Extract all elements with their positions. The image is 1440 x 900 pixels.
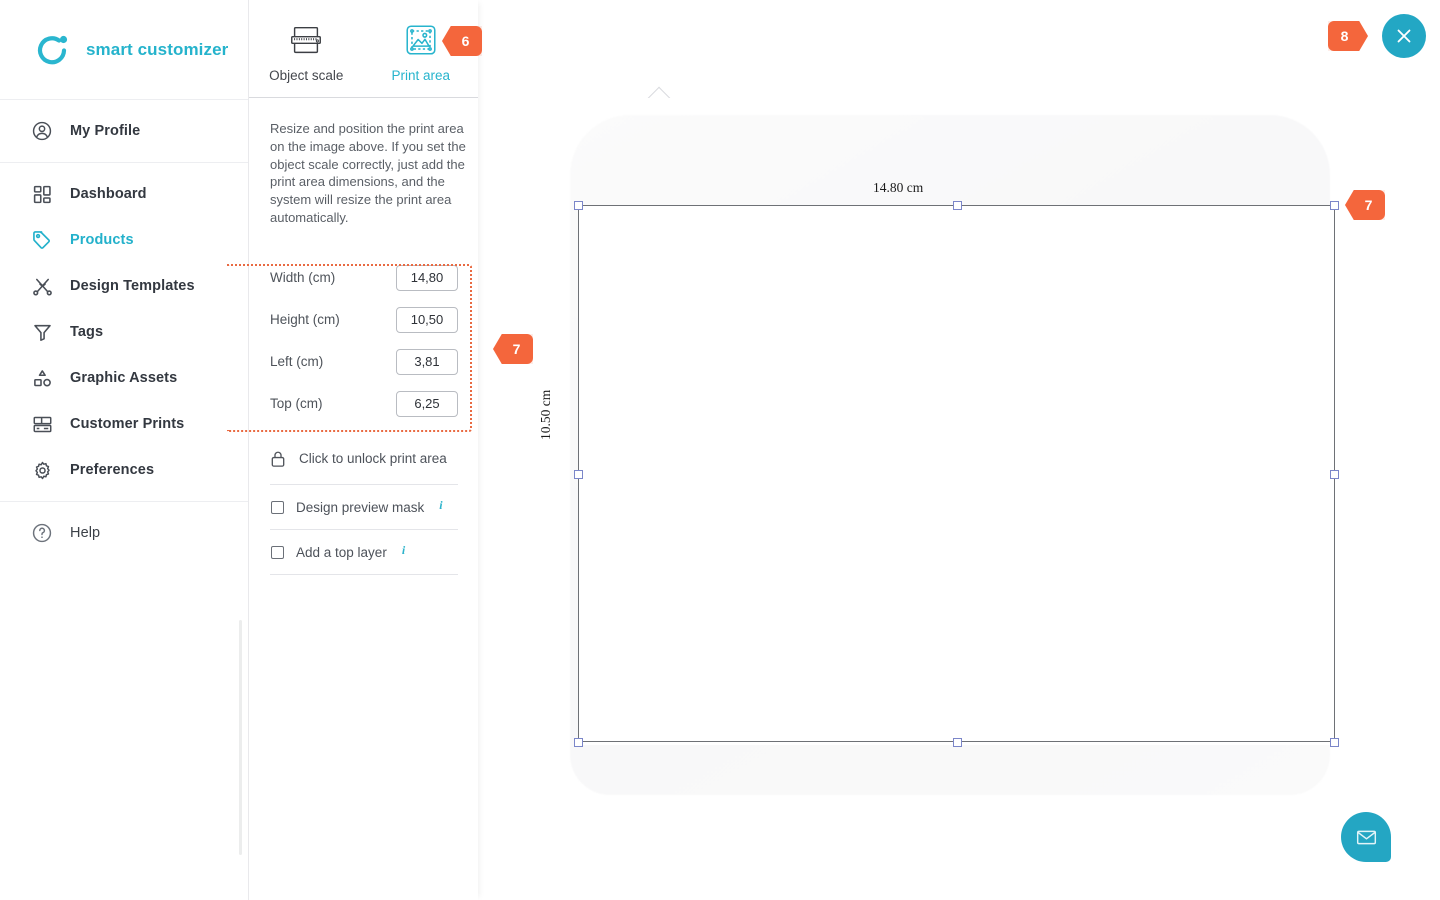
design-preview-mask-label: Design preview mask: [296, 499, 425, 515]
field-label: Top (cm): [270, 396, 323, 412]
info-icon[interactable]: i: [439, 498, 442, 513]
print-area-selection[interactable]: [574, 201, 1339, 747]
envelope-icon: [1356, 830, 1376, 844]
print-area-icon: [402, 21, 440, 59]
nav-group-help: Help: [0, 501, 248, 564]
user-circle-icon: [30, 119, 54, 143]
active-tab-caret: [644, 86, 674, 98]
nav-group-profile: My Profile: [0, 100, 248, 162]
gear-icon: [30, 458, 54, 482]
sidebar-item-label: My Profile: [70, 123, 141, 139]
chat-support-button[interactable]: [1341, 812, 1391, 862]
shapes-icon: [30, 366, 54, 390]
unlock-print-area-button[interactable]: Click to unlock print area: [270, 450, 458, 485]
layout-rows-icon: [30, 412, 54, 436]
add-top-layer-row[interactable]: Add a top layer i: [270, 530, 458, 575]
tab-label: Print area: [391, 67, 451, 83]
funnel-icon: [30, 320, 54, 344]
tab-object-scale[interactable]: Object scale: [249, 0, 364, 97]
tag-icon: [30, 228, 54, 252]
design-preview-mask-checkbox[interactable]: [271, 500, 284, 514]
sidebar-item-tags[interactable]: Tags: [0, 309, 248, 355]
sidebar-item-dashboard[interactable]: Dashboard: [0, 171, 248, 217]
sidebar-item-label: Customer Prints: [70, 416, 185, 432]
print-area-panel: Object scale Print area Resize and posit…: [239, 0, 478, 900]
sidebar: smart customizer My Profile Dashboard Pr…: [0, 0, 249, 900]
sidebar-item-label: Products: [70, 232, 134, 248]
sidebar-item-preferences[interactable]: Preferences: [0, 447, 248, 493]
field-label: Height (cm): [270, 312, 340, 328]
info-icon[interactable]: i: [402, 543, 405, 558]
brand-header[interactable]: smart customizer: [0, 0, 248, 100]
lock-icon: [270, 450, 286, 468]
panel-body: Resize and position the print area on th…: [239, 98, 478, 855]
sidebar-item-design-templates[interactable]: Design Templates: [0, 263, 248, 309]
design-preview-mask-row[interactable]: Design preview mask i: [270, 485, 458, 530]
field-row-left: Left (cm): [270, 341, 458, 383]
panel-tabs: Object scale Print area: [249, 0, 478, 98]
resize-handle-bottom-right[interactable]: [1330, 738, 1339, 747]
resize-handle-top-center[interactable]: [953, 201, 962, 210]
resize-handle-bottom-center[interactable]: [953, 738, 962, 747]
print-area-height-label: 10.50 cm: [538, 389, 553, 440]
left-input[interactable]: [396, 348, 458, 375]
resize-handle-middle-left[interactable]: [574, 470, 583, 479]
field-label: Left (cm): [270, 354, 324, 370]
close-button[interactable]: [1382, 14, 1426, 58]
nav-group-main: Dashboard Products Design Templates Tags…: [0, 162, 248, 501]
brand-name: smart customizer: [86, 39, 229, 59]
resize-handle-top-right[interactable]: [1330, 201, 1339, 210]
sidebar-item-label: Preferences: [70, 462, 155, 478]
sidebar-item-label: Tags: [70, 324, 104, 340]
top-input[interactable]: [396, 390, 458, 417]
add-top-layer-label: Add a top layer: [296, 544, 387, 560]
app-root: smart customizer My Profile Dashboard Pr…: [0, 0, 1440, 900]
panel-scrollbar[interactable]: [239, 620, 242, 855]
panel-description: Resize and position the print area on th…: [270, 121, 466, 225]
print-area-width-label: 14.80 cm: [873, 180, 924, 195]
chat-bubble: [1341, 812, 1391, 862]
dimension-fields: Width (cm) Height (cm) Left (cm) Top (cm…: [270, 257, 458, 425]
sidebar-item-products[interactable]: Products: [0, 217, 248, 263]
height-input[interactable]: [396, 306, 458, 333]
add-top-layer-checkbox[interactable]: [271, 545, 284, 559]
ruler-icon: [287, 21, 325, 59]
width-input[interactable]: [396, 264, 458, 291]
resize-handle-bottom-left[interactable]: [574, 738, 583, 747]
field-label: Width (cm): [270, 270, 336, 286]
scissors-icon: [30, 274, 54, 298]
resize-handle-middle-right[interactable]: [1330, 470, 1339, 479]
circle-dot-logo-icon: [34, 32, 70, 68]
design-canvas[interactable]: 14.80 cm 10.50 cm: [478, 0, 1440, 900]
field-row-top: Top (cm): [270, 383, 458, 425]
sidebar-item-help[interactable]: Help: [0, 510, 248, 556]
sidebar-item-label: Graphic Assets: [70, 370, 178, 386]
unlock-label: Click to unlock print area: [299, 451, 447, 467]
sidebar-item-label: Design Templates: [70, 278, 195, 294]
dashboard-grid-icon: [30, 182, 54, 206]
sidebar-item-label: Help: [70, 525, 101, 541]
resize-handle-top-left[interactable]: [574, 201, 583, 210]
question-circle-icon: [30, 521, 54, 545]
sidebar-item-customer-prints[interactable]: Customer Prints: [0, 401, 248, 447]
sidebar-item-label: Dashboard: [70, 186, 147, 202]
field-row-width: Width (cm): [270, 257, 458, 299]
close-icon: [1397, 29, 1411, 43]
field-row-height: Height (cm): [270, 299, 458, 341]
sidebar-item-graphic-assets[interactable]: Graphic Assets: [0, 355, 248, 401]
sidebar-item-my-profile[interactable]: My Profile: [0, 108, 248, 154]
tab-label: Object scale: [269, 67, 344, 83]
